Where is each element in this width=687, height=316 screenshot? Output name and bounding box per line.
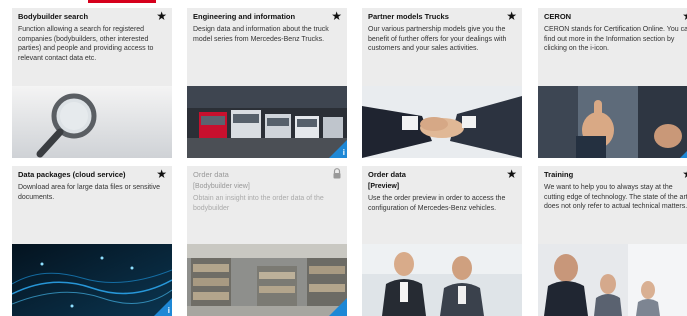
- info-icon[interactable]: i: [168, 306, 170, 315]
- tile-text-area: Order data [Bodybuilder view] Obtain an …: [187, 166, 347, 244]
- tile-text-area: Partner models Trucks Our various partne…: [362, 8, 522, 86]
- tile-description: We want to help you to always stay at th…: [544, 184, 687, 210]
- tile-image-trucks[interactable]: i: [187, 86, 347, 158]
- favorite-star-icon[interactable]: ★: [506, 167, 517, 181]
- favorite-star-icon[interactable]: ★: [506, 9, 517, 23]
- tile-title: CERON: [544, 12, 572, 21]
- tile-image-training-class[interactable]: [538, 244, 687, 316]
- tile-description: Download area for large data files or se…: [18, 184, 161, 201]
- tile-ceron[interactable]: CERON CERON stands for Certification Onl…: [538, 8, 687, 158]
- tile-title: Engineering and information: [193, 12, 296, 21]
- tile-image-businessmen[interactable]: [362, 244, 522, 316]
- info-icon[interactable]: i: [343, 148, 345, 157]
- active-tab-indicator: [88, 0, 156, 3]
- tile-image-warehouse: [187, 244, 347, 316]
- tile-title: Data packages (cloud service): [18, 170, 126, 179]
- tile-description: Obtain an insight into the order data of…: [193, 195, 324, 212]
- favorite-star-icon[interactable]: ★: [156, 167, 167, 181]
- tile-text-area: Order data [Preview] Use the order previ…: [362, 166, 522, 244]
- tile-image-magnifier[interactable]: [12, 86, 172, 158]
- tile-data-packages[interactable]: Data packages (cloud service) Download a…: [12, 166, 172, 316]
- tile-title: Order data: [193, 170, 229, 179]
- tile-subtitle: [Preview]: [368, 183, 400, 190]
- tile-description: Our various partnership models give you …: [368, 26, 507, 52]
- tile-description: Use the order preview in order to access…: [368, 195, 506, 212]
- tile-subtitle: [Bodybuilder view]: [193, 183, 250, 190]
- tile-text-area: Data packages (cloud service) Download a…: [12, 166, 172, 244]
- tile-order-data-preview[interactable]: Order data [Preview] Use the order previ…: [362, 166, 522, 316]
- tile-text-area: CERON CERON stands for Certification Onl…: [538, 8, 687, 86]
- tile-bodybuilder-search[interactable]: Bodybuilder search Function allowing a s…: [12, 8, 172, 158]
- tile-title: Order data: [368, 170, 406, 179]
- edit-badge: [329, 298, 347, 316]
- tile-description: Design data and information about the tr…: [193, 26, 329, 43]
- tile-text-area: Bodybuilder search Function allowing a s…: [12, 8, 172, 86]
- tile-order-data-bodybuilder: Order data [Bodybuilder view] Obtain an …: [187, 166, 347, 316]
- tile-engineering-information[interactable]: Engineering and information Design data …: [187, 8, 347, 158]
- tile-title: Bodybuilder search: [18, 12, 89, 21]
- tile-image-thumbs-up[interactable]: i: [538, 86, 687, 158]
- info-badge[interactable]: [680, 140, 687, 158]
- tile-description: CERON stands for Certification Online. Y…: [544, 26, 687, 52]
- tile-partner-models-trucks[interactable]: Partner models Trucks Our various partne…: [362, 8, 522, 158]
- tile-text-area: Engineering and information Design data …: [187, 8, 347, 86]
- tile-title: Partner models Trucks: [368, 12, 449, 21]
- tile-image-data-cloud[interactable]: i: [12, 244, 172, 316]
- tile-image-handshake[interactable]: [362, 86, 522, 158]
- favorite-star-icon[interactable]: ★: [682, 9, 687, 23]
- favorite-star-icon[interactable]: ★: [331, 9, 342, 23]
- favorite-star-icon[interactable]: ★: [156, 9, 167, 23]
- tile-description: Function allowing a search for registere…: [18, 26, 154, 62]
- tile-title: Training: [544, 170, 574, 179]
- tile-text-area: Training We want to help you to always s…: [538, 166, 687, 244]
- tile-training[interactable]: Training We want to help you to always s…: [538, 166, 687, 316]
- favorite-star-icon[interactable]: ★: [682, 167, 687, 181]
- lock-icon: [333, 168, 341, 179]
